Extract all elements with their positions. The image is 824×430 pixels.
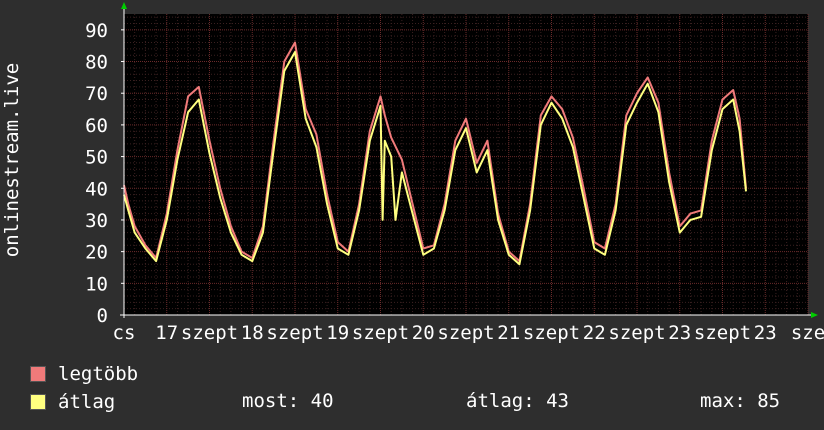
x-tick-label: 23 (668, 322, 691, 344)
y-tick-label: 50 (85, 147, 108, 169)
y-axis-label: onlinestream.live (1, 62, 23, 258)
x-tick-label: 20 (412, 322, 435, 344)
x-tick-label: szept (523, 322, 580, 344)
x-tick-label: 18 (241, 322, 264, 344)
legend-label-atlag: átlag (58, 391, 116, 413)
x-tick-label: szept (694, 322, 751, 344)
x-tick-label: 17 (155, 322, 178, 344)
stat-max: max: 85 (700, 390, 781, 412)
stat-most: most: 40 (242, 390, 334, 412)
legend-item-legtobb: legtöbb (30, 362, 138, 386)
x-axis-arrow-icon (811, 312, 818, 318)
x-tick-label: szept (266, 322, 323, 344)
y-tick-label: 70 (85, 83, 108, 105)
y-tick-label: 10 (85, 273, 108, 295)
y-axis-arrow-icon (121, 2, 127, 9)
x-tick-label: szept (181, 322, 238, 344)
legend-label-legtobb: legtöbb (58, 363, 139, 385)
x-tick-label: szept (437, 322, 494, 344)
x-tick-label: szept (608, 322, 665, 344)
x-tick-label: cs (113, 322, 136, 344)
y-tick-label: 90 (85, 20, 108, 42)
y-tick-label: 60 (85, 115, 108, 137)
y-tick-label: 80 (85, 52, 108, 74)
x-tick-label: sze (791, 322, 824, 344)
chart-stage: 0 10 20 30 40 50 60 70 80 90 cs 17 szept 18 szept 19 sze… (0, 0, 824, 430)
y-tick-label: 20 (85, 242, 108, 264)
x-tick-label: 23 (754, 322, 777, 344)
y-axis-label-area: onlinestream.live (0, 40, 24, 280)
y-tick-label: 30 (85, 210, 108, 232)
legend-item-atlag: átlag (30, 390, 115, 414)
x-tick-label: 19 (326, 322, 349, 344)
x-tick-label: 22 (583, 322, 606, 344)
legend-swatch-legtobb (30, 366, 46, 382)
legend-swatch-atlag (30, 394, 46, 410)
y-tick-label: 40 (85, 178, 108, 200)
x-tick-label: 21 (497, 322, 520, 344)
x-tick-label: szept (352, 322, 409, 344)
y-tick-label: 0 (97, 305, 108, 327)
stat-atlag: átlag: 43 (466, 390, 569, 412)
